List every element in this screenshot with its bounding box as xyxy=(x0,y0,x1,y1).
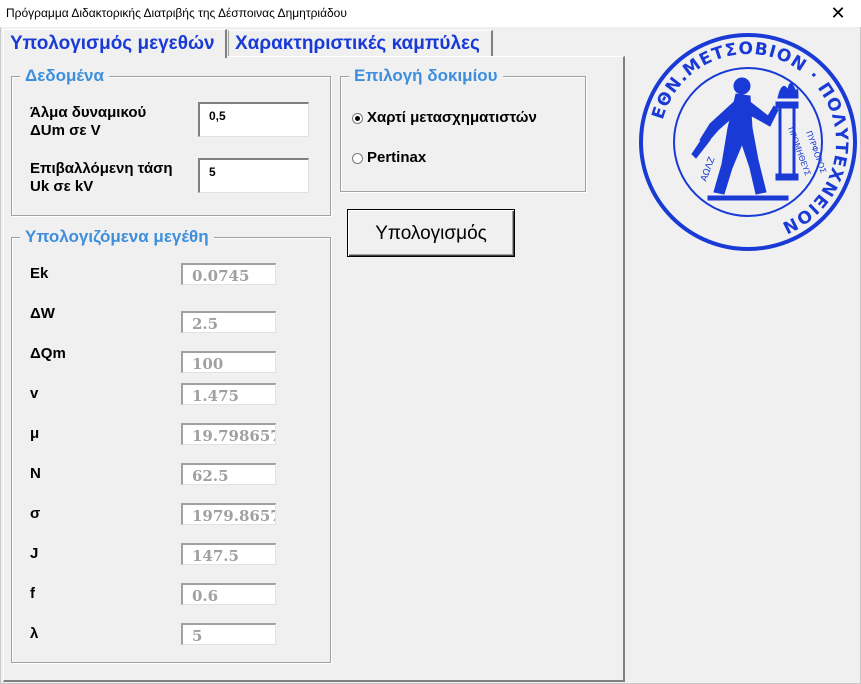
result-label: λ xyxy=(30,625,39,642)
result-label: ΔW xyxy=(30,305,55,322)
transformer-paper-radio[interactable] xyxy=(352,113,363,124)
result-value: 0.6 xyxy=(181,583,276,605)
result-label: μ xyxy=(30,425,40,442)
svg-text:ΑΩΛΖ: ΑΩΛΖ xyxy=(699,156,717,183)
transformer-paper-label[interactable]: Χαρτί μετασχηματιστών xyxy=(367,109,537,127)
results-group: Υπολογιζόμενα μεγέθη xyxy=(11,227,331,663)
result-label: Ek xyxy=(30,265,49,282)
pertinax-label[interactable]: Pertinax xyxy=(367,149,426,167)
specimen-title: Επιλογή δοκιμίου xyxy=(349,66,503,86)
ntua-seal-logo: ΕΘΝ.ΜΕΤΣΟΒΙΟΝ · ΠΟΛΥΤΕΧΝΕΙΟΝ ΑΩΛΖ ΠΡΟΜΗΘ… xyxy=(639,33,857,251)
step-voltage-input[interactable]: 0,5 xyxy=(198,102,309,137)
calculate-button[interactable]: Υπολογισμός xyxy=(347,209,515,257)
result-value: 0.0745 xyxy=(181,263,276,285)
result-value: 1.475 xyxy=(181,383,276,405)
pertinax-radio[interactable] xyxy=(352,153,363,164)
results-title: Υπολογιζόμενα μεγέθη xyxy=(20,227,214,247)
result-value: 19.798657 xyxy=(181,423,276,445)
result-value: 147.5 xyxy=(181,543,276,565)
result-label: N xyxy=(30,465,41,482)
close-icon[interactable]: ✕ xyxy=(815,0,861,27)
tab-calculate-quantities[interactable]: Υπολογισμός μεγεθών xyxy=(3,29,227,58)
window-title: Πρόγραμμα Διδακτορικής Διατριβής της Δέσ… xyxy=(6,6,347,20)
result-label: σ xyxy=(30,505,41,522)
result-label: J xyxy=(30,545,39,562)
specimen-group: Επιλογή δοκιμίου xyxy=(340,66,586,192)
result-label: ΔQm xyxy=(30,345,66,362)
step-voltage-label: Άλμα δυναμικού ΔUm σε V xyxy=(30,104,147,139)
result-value: 1979.8657 xyxy=(181,503,276,525)
applied-voltage-label: Επιβαλλόμενη τάση Uk σε kV xyxy=(30,160,173,195)
title-bar: Πρόγραμμα Διδακτορικής Διατριβής της Δέσ… xyxy=(0,0,861,28)
result-value: 62.5 xyxy=(181,463,276,485)
result-value: 2.5 xyxy=(181,311,276,333)
result-value: 5 xyxy=(181,623,276,645)
input-data-title: Δεδομένα xyxy=(20,66,109,86)
result-label: v xyxy=(30,385,39,402)
tab-page: Δεδομένα Άλμα δυναμικού ΔUm σε V 0,5 Επι… xyxy=(3,56,625,682)
tab-characteristic-curves[interactable]: Χαρακτηριστικές καμπύλες xyxy=(228,30,493,56)
applied-voltage-input[interactable]: 5 xyxy=(198,158,309,193)
result-value: 100 xyxy=(181,351,276,373)
result-label: f xyxy=(30,585,35,602)
